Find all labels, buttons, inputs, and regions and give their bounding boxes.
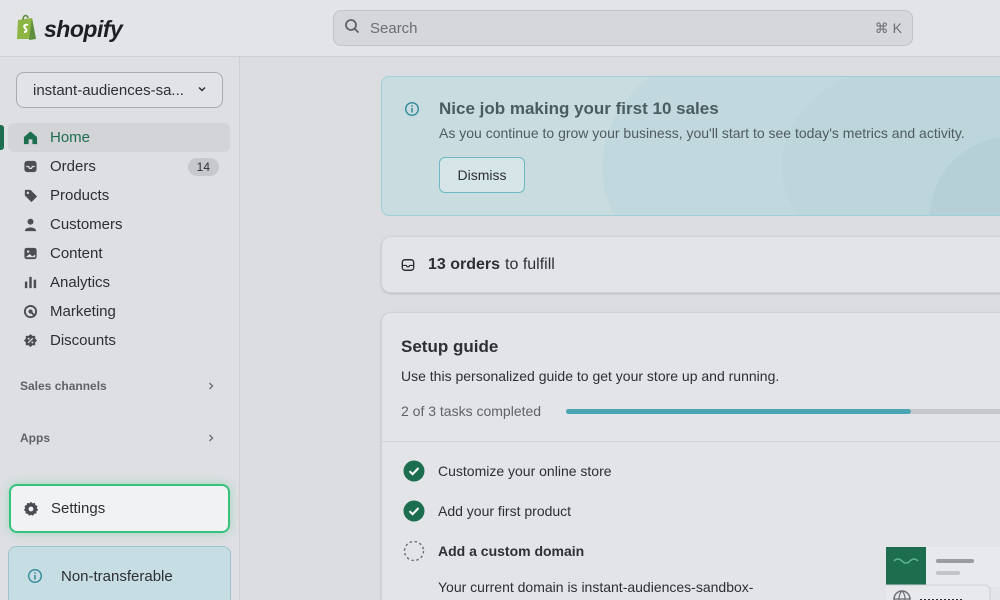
dismiss-button[interactable]: Dismiss xyxy=(439,157,525,193)
inbox-icon xyxy=(22,159,38,175)
check-circle-icon xyxy=(403,500,425,522)
sidebar-item-customers[interactable]: Customers xyxy=(8,210,230,239)
chevron-right-icon xyxy=(206,378,216,394)
sidebar-item-orders[interactable]: Orders 14 xyxy=(8,152,230,181)
tag-icon xyxy=(22,188,38,204)
non-transferable-label: Non-transferable xyxy=(61,567,173,585)
progress-text: 2 of 3 tasks completed xyxy=(401,403,542,419)
sidebar-item-label: Marketing xyxy=(50,303,116,320)
sidebar-item-label: Content xyxy=(50,245,103,262)
banner-title: Nice job making your first 10 sales xyxy=(439,99,719,118)
task-customize-store[interactable]: Customize your online store xyxy=(403,460,612,482)
task-add-domain[interactable]: Add a custom domain xyxy=(403,540,584,562)
non-transferable-notice[interactable]: Non-transferable xyxy=(8,546,231,600)
brand-name: shopify xyxy=(44,16,123,42)
task-label: Add a custom domain xyxy=(438,543,585,559)
task-add-product[interactable]: Add your first product xyxy=(403,500,571,522)
settings-label: Settings xyxy=(51,500,106,517)
bar-chart-icon xyxy=(22,275,38,291)
domain-illustration xyxy=(879,547,1000,600)
orders-count: 13 orders xyxy=(428,255,501,273)
sidebar-item-discounts[interactable]: Discounts xyxy=(8,326,230,355)
sidebar-item-label: Discounts xyxy=(50,332,116,349)
gear-icon xyxy=(23,501,39,517)
discount-icon xyxy=(22,333,38,349)
orders-count-badge: 14 xyxy=(187,157,219,176)
dashed-circle-icon xyxy=(403,540,425,562)
setup-guide-description: Use this personalized guide to get your … xyxy=(401,368,780,384)
sidebar: instant-audiences-sa... Home Orders 14 P… xyxy=(0,57,240,600)
person-icon xyxy=(22,217,38,233)
top-bar: shopify Search ⌘ K xyxy=(0,0,1000,57)
sidebar-item-label: Home xyxy=(50,129,91,146)
chevron-down-icon xyxy=(196,82,208,99)
chevron-right-icon xyxy=(206,430,216,446)
setup-guide-title: Setup guide xyxy=(401,337,499,356)
main-nav: Home Orders 14 Products Customers Conten… xyxy=(0,123,230,355)
orders-to-fulfill-card[interactable]: 13 orders to fulfill xyxy=(381,236,1000,293)
task-label: Customize your online store xyxy=(438,463,612,479)
search-placeholder: Search xyxy=(370,19,418,37)
sidebar-item-analytics[interactable]: Analytics xyxy=(8,268,230,297)
sales-channels-section[interactable]: Sales channels xyxy=(20,378,216,394)
section-label: Sales channels xyxy=(20,379,107,393)
sidebar-item-home[interactable]: Home xyxy=(0,123,230,152)
info-icon xyxy=(404,101,420,122)
target-icon xyxy=(22,304,38,320)
search-input[interactable]: Search ⌘ K xyxy=(333,10,913,46)
sidebar-item-label: Products xyxy=(50,187,110,204)
image-icon xyxy=(22,246,38,262)
task-label: Add your first product xyxy=(438,503,572,519)
home-icon xyxy=(22,130,38,146)
check-circle-icon xyxy=(403,460,425,482)
current-domain-text: Your current domain is instant-audiences… xyxy=(438,579,754,595)
progress-fill xyxy=(566,409,911,414)
store-name: instant-audiences-sa... xyxy=(33,81,184,99)
store-selector[interactable]: instant-audiences-sa... xyxy=(16,72,223,108)
settings-button[interactable]: Settings xyxy=(9,484,230,533)
shopify-logo[interactable]: shopify xyxy=(15,13,123,46)
search-shortcut: ⌘ K xyxy=(874,19,902,36)
search-icon xyxy=(344,18,360,39)
section-label: Apps xyxy=(20,431,50,445)
orders-suffix: to fulfill xyxy=(505,255,555,273)
banner-text: As you continue to grow your business, y… xyxy=(439,125,965,141)
shopify-bag-icon xyxy=(15,13,39,46)
sidebar-item-label: Analytics xyxy=(50,274,111,291)
inbox-icon xyxy=(401,258,415,272)
divider xyxy=(382,441,1000,442)
sidebar-item-content[interactable]: Content xyxy=(8,239,230,268)
active-indicator xyxy=(0,125,4,150)
first-sales-banner: Nice job making your first 10 sales As y… xyxy=(381,76,1000,216)
sidebar-item-label: Customers xyxy=(50,216,123,233)
info-icon xyxy=(27,568,43,584)
apps-section[interactable]: Apps xyxy=(20,430,216,446)
sidebar-item-marketing[interactable]: Marketing xyxy=(8,297,230,326)
sidebar-item-products[interactable]: Products xyxy=(8,181,230,210)
sidebar-item-label: Orders xyxy=(50,158,96,175)
progress-bar xyxy=(566,409,1000,414)
